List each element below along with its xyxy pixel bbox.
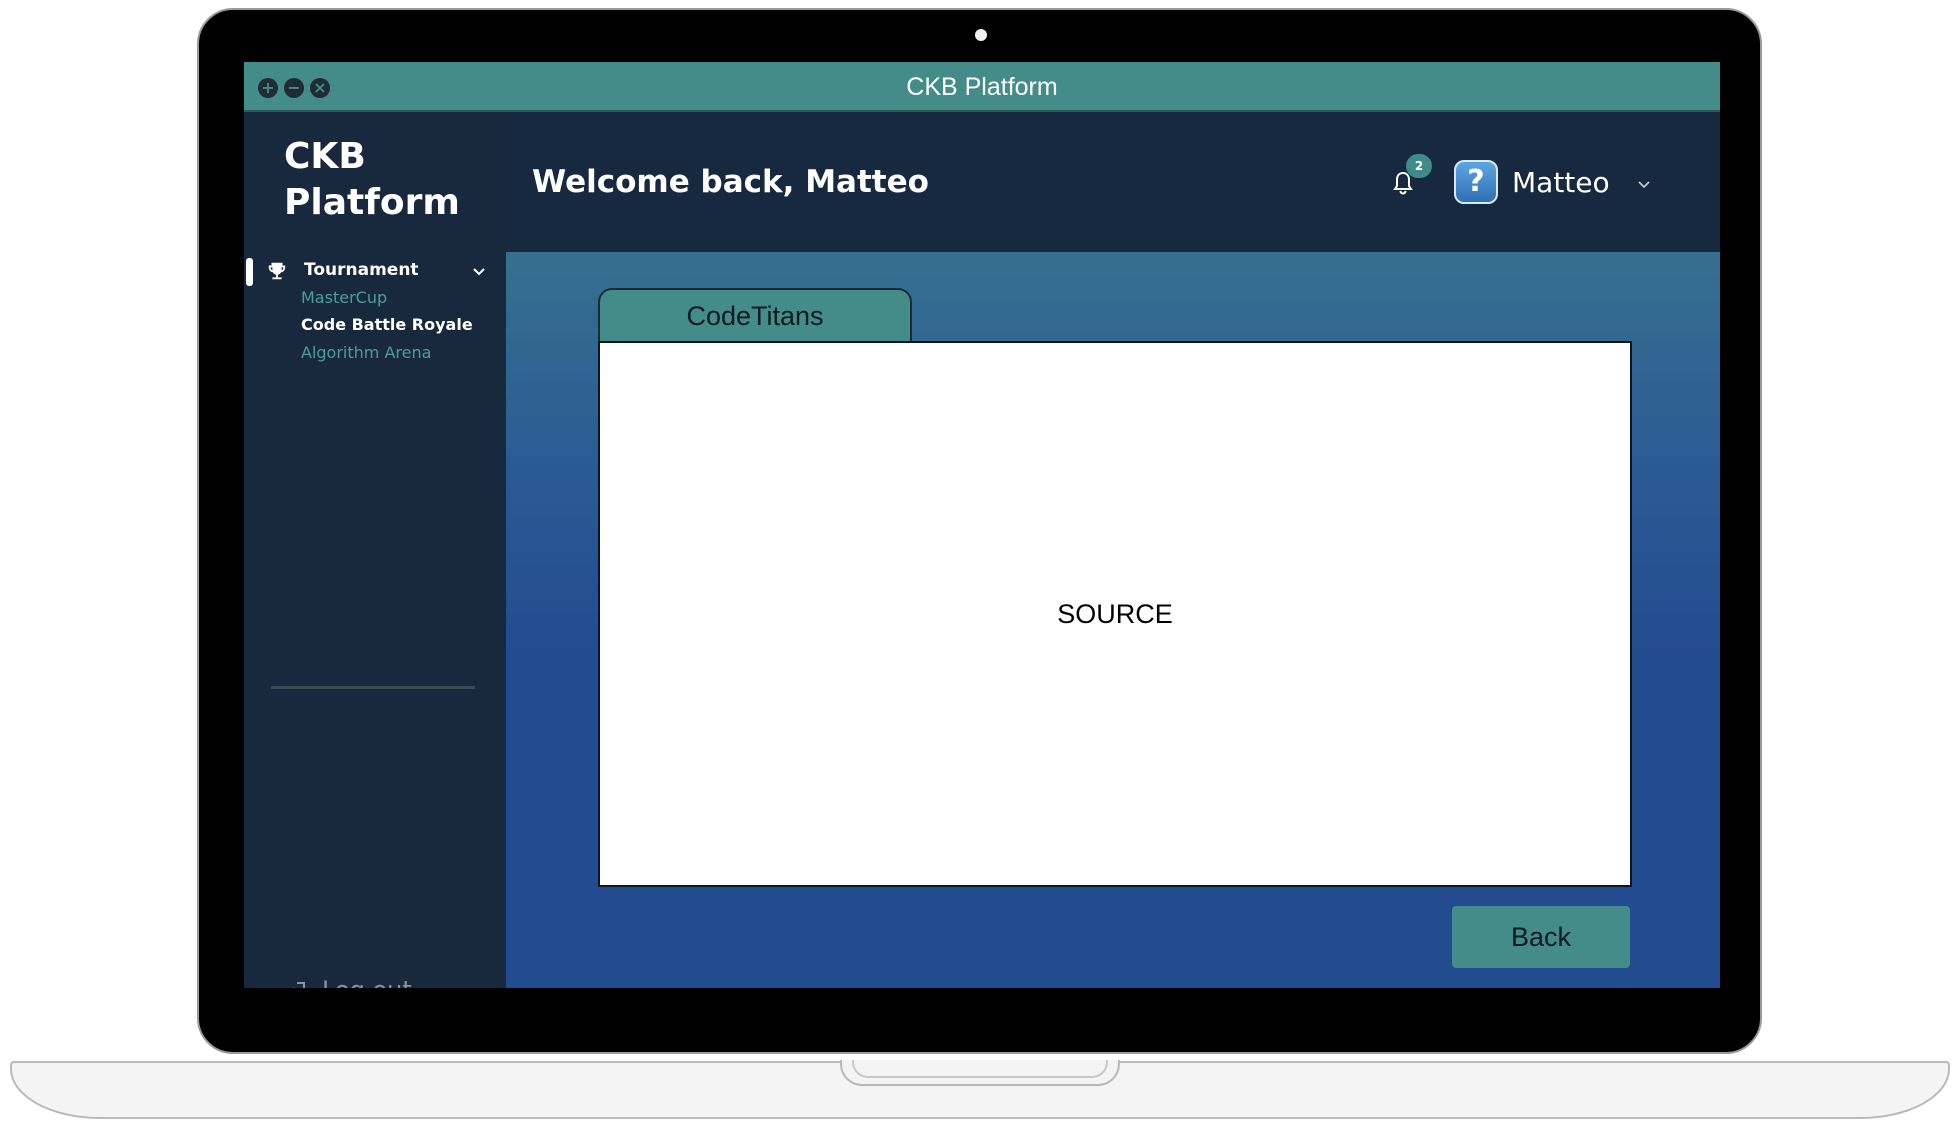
user-name[interactable]: Matteo [1512,166,1610,199]
sidebar: CKB Platform Tournament MasterCup Code B… [244,112,506,988]
trophy-icon [268,262,286,280]
window-title: CKB Platform [906,73,1058,101]
brand-logo-text: CKB Platform [284,136,460,223]
avatar[interactable]: ? [1454,160,1498,204]
back-button[interactable]: Back [1452,906,1630,968]
sidebar-item-code-battle-royale[interactable]: Code Battle Royale [301,315,473,334]
laptop-base-notch [840,1060,1120,1086]
sidebar-divider [271,686,475,689]
notification-count-badge: 2 [1406,154,1432,178]
sidebar-group-label: Tournament [304,260,419,280]
welcome-heading: Welcome back, Matteo [532,164,929,200]
source-panel-text: SOURCE [1057,599,1173,629]
app-window: + − × CKB Platform CKB Platform Tourname… [244,62,1720,988]
user-menu-chevron-down-icon[interactable] [1636,178,1652,192]
chevron-down-icon[interactable] [470,262,488,280]
sidebar-item-algorithm-arena[interactable]: Algorithm Arena [301,343,431,362]
sidebar-group-tournament[interactable]: Tournament [266,258,488,286]
sidebar-item-mastercup[interactable]: MasterCup [301,288,387,307]
logout-label: Log out [322,976,412,988]
logout-icon [293,982,305,988]
window-titlebar: + − × CKB Platform [244,62,1720,112]
nav-active-indicator [246,258,253,286]
main-content: CodeTitans SOURCE Back [506,252,1720,988]
tab-codetitans[interactable]: CodeTitans [598,288,912,343]
page-header: Welcome back, Matteo 2 ? Matteo [506,112,1720,252]
source-panel: SOURCE [598,341,1632,887]
camera-dot [975,29,987,41]
